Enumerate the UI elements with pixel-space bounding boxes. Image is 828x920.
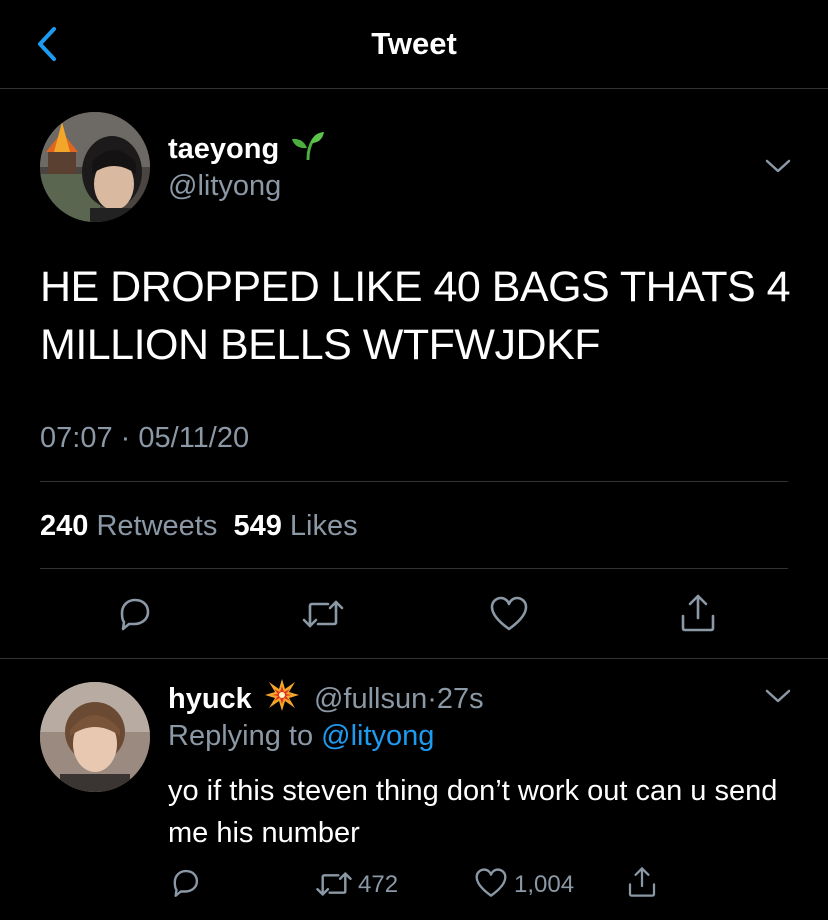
author-handle[interactable]: @lityong bbox=[168, 168, 281, 204]
chevron-down-icon bbox=[765, 159, 791, 173]
reply-author-name[interactable]: hyuck bbox=[168, 683, 252, 715]
likes-stat[interactable]: 549 Likes bbox=[233, 510, 357, 542]
share-button[interactable] bbox=[678, 592, 718, 634]
tweet-stats: 240 Retweets 549 Likes bbox=[40, 508, 358, 544]
reply-separator: · bbox=[427, 683, 437, 715]
retweet-icon bbox=[316, 872, 352, 896]
reply-author-handle[interactable]: @fullsun bbox=[314, 683, 427, 715]
reply-share-button[interactable] bbox=[626, 864, 658, 900]
tweet-date: 05/11/20 bbox=[138, 422, 250, 454]
top-bar: Tweet bbox=[0, 0, 828, 89]
replying-to-mention[interactable]: @lityong bbox=[321, 720, 434, 752]
collision-icon bbox=[264, 679, 299, 711]
likes-count: 549 bbox=[233, 510, 282, 542]
share-icon bbox=[628, 867, 656, 897]
share-icon bbox=[681, 594, 715, 632]
divider bbox=[40, 481, 788, 482]
retweets-label: Retweets bbox=[96, 510, 218, 542]
seedling-icon bbox=[292, 132, 325, 161]
likes-label: Likes bbox=[289, 510, 358, 542]
retweets-count: 240 bbox=[40, 510, 89, 542]
reply-retweet-count: 472 bbox=[358, 871, 399, 898]
reply-age: 27s bbox=[436, 683, 484, 715]
tweet-timestamp: 07:07 · 05/11/20 bbox=[40, 420, 249, 456]
author-name[interactable]: taeyong bbox=[168, 133, 279, 165]
tweet-time: 07:07 bbox=[40, 422, 113, 454]
page-title: Tweet bbox=[371, 26, 457, 61]
chevron-down-icon bbox=[765, 689, 791, 703]
more-options-button[interactable] bbox=[764, 156, 792, 176]
timestamp-separator: · bbox=[120, 422, 131, 454]
avatar[interactable] bbox=[40, 112, 150, 222]
retweets-stat[interactable]: 240 Retweets bbox=[40, 510, 217, 542]
reply-icon bbox=[120, 598, 150, 631]
reply-more-options-button[interactable] bbox=[764, 686, 792, 706]
retweet-button[interactable] bbox=[300, 596, 346, 632]
heart-icon bbox=[490, 596, 528, 631]
divider bbox=[0, 658, 828, 659]
reply-retweet-button[interactable] bbox=[314, 868, 354, 900]
replying-to-prefix: Replying to bbox=[168, 720, 314, 752]
reply-reply-button[interactable] bbox=[168, 866, 202, 900]
reply-like-count: 1,004 bbox=[514, 871, 575, 898]
divider bbox=[40, 568, 788, 569]
avatar-image bbox=[40, 682, 150, 792]
avatar-image bbox=[40, 112, 150, 222]
reply-icon bbox=[173, 869, 199, 897]
replying-to: Replying to @lityong bbox=[168, 718, 434, 754]
reply-text: yo if this steven thing don’t work out c… bbox=[168, 775, 778, 849]
reply-button[interactable] bbox=[114, 594, 154, 634]
reply-like-button[interactable] bbox=[474, 867, 508, 899]
retweet-icon bbox=[302, 600, 344, 628]
heart-icon bbox=[475, 868, 507, 897]
reply-avatar[interactable] bbox=[40, 682, 150, 792]
tweet-text: HE DROPPED LIKE 40 BAGS THATS 4 MILLION … bbox=[40, 263, 791, 369]
like-button[interactable] bbox=[489, 595, 529, 633]
